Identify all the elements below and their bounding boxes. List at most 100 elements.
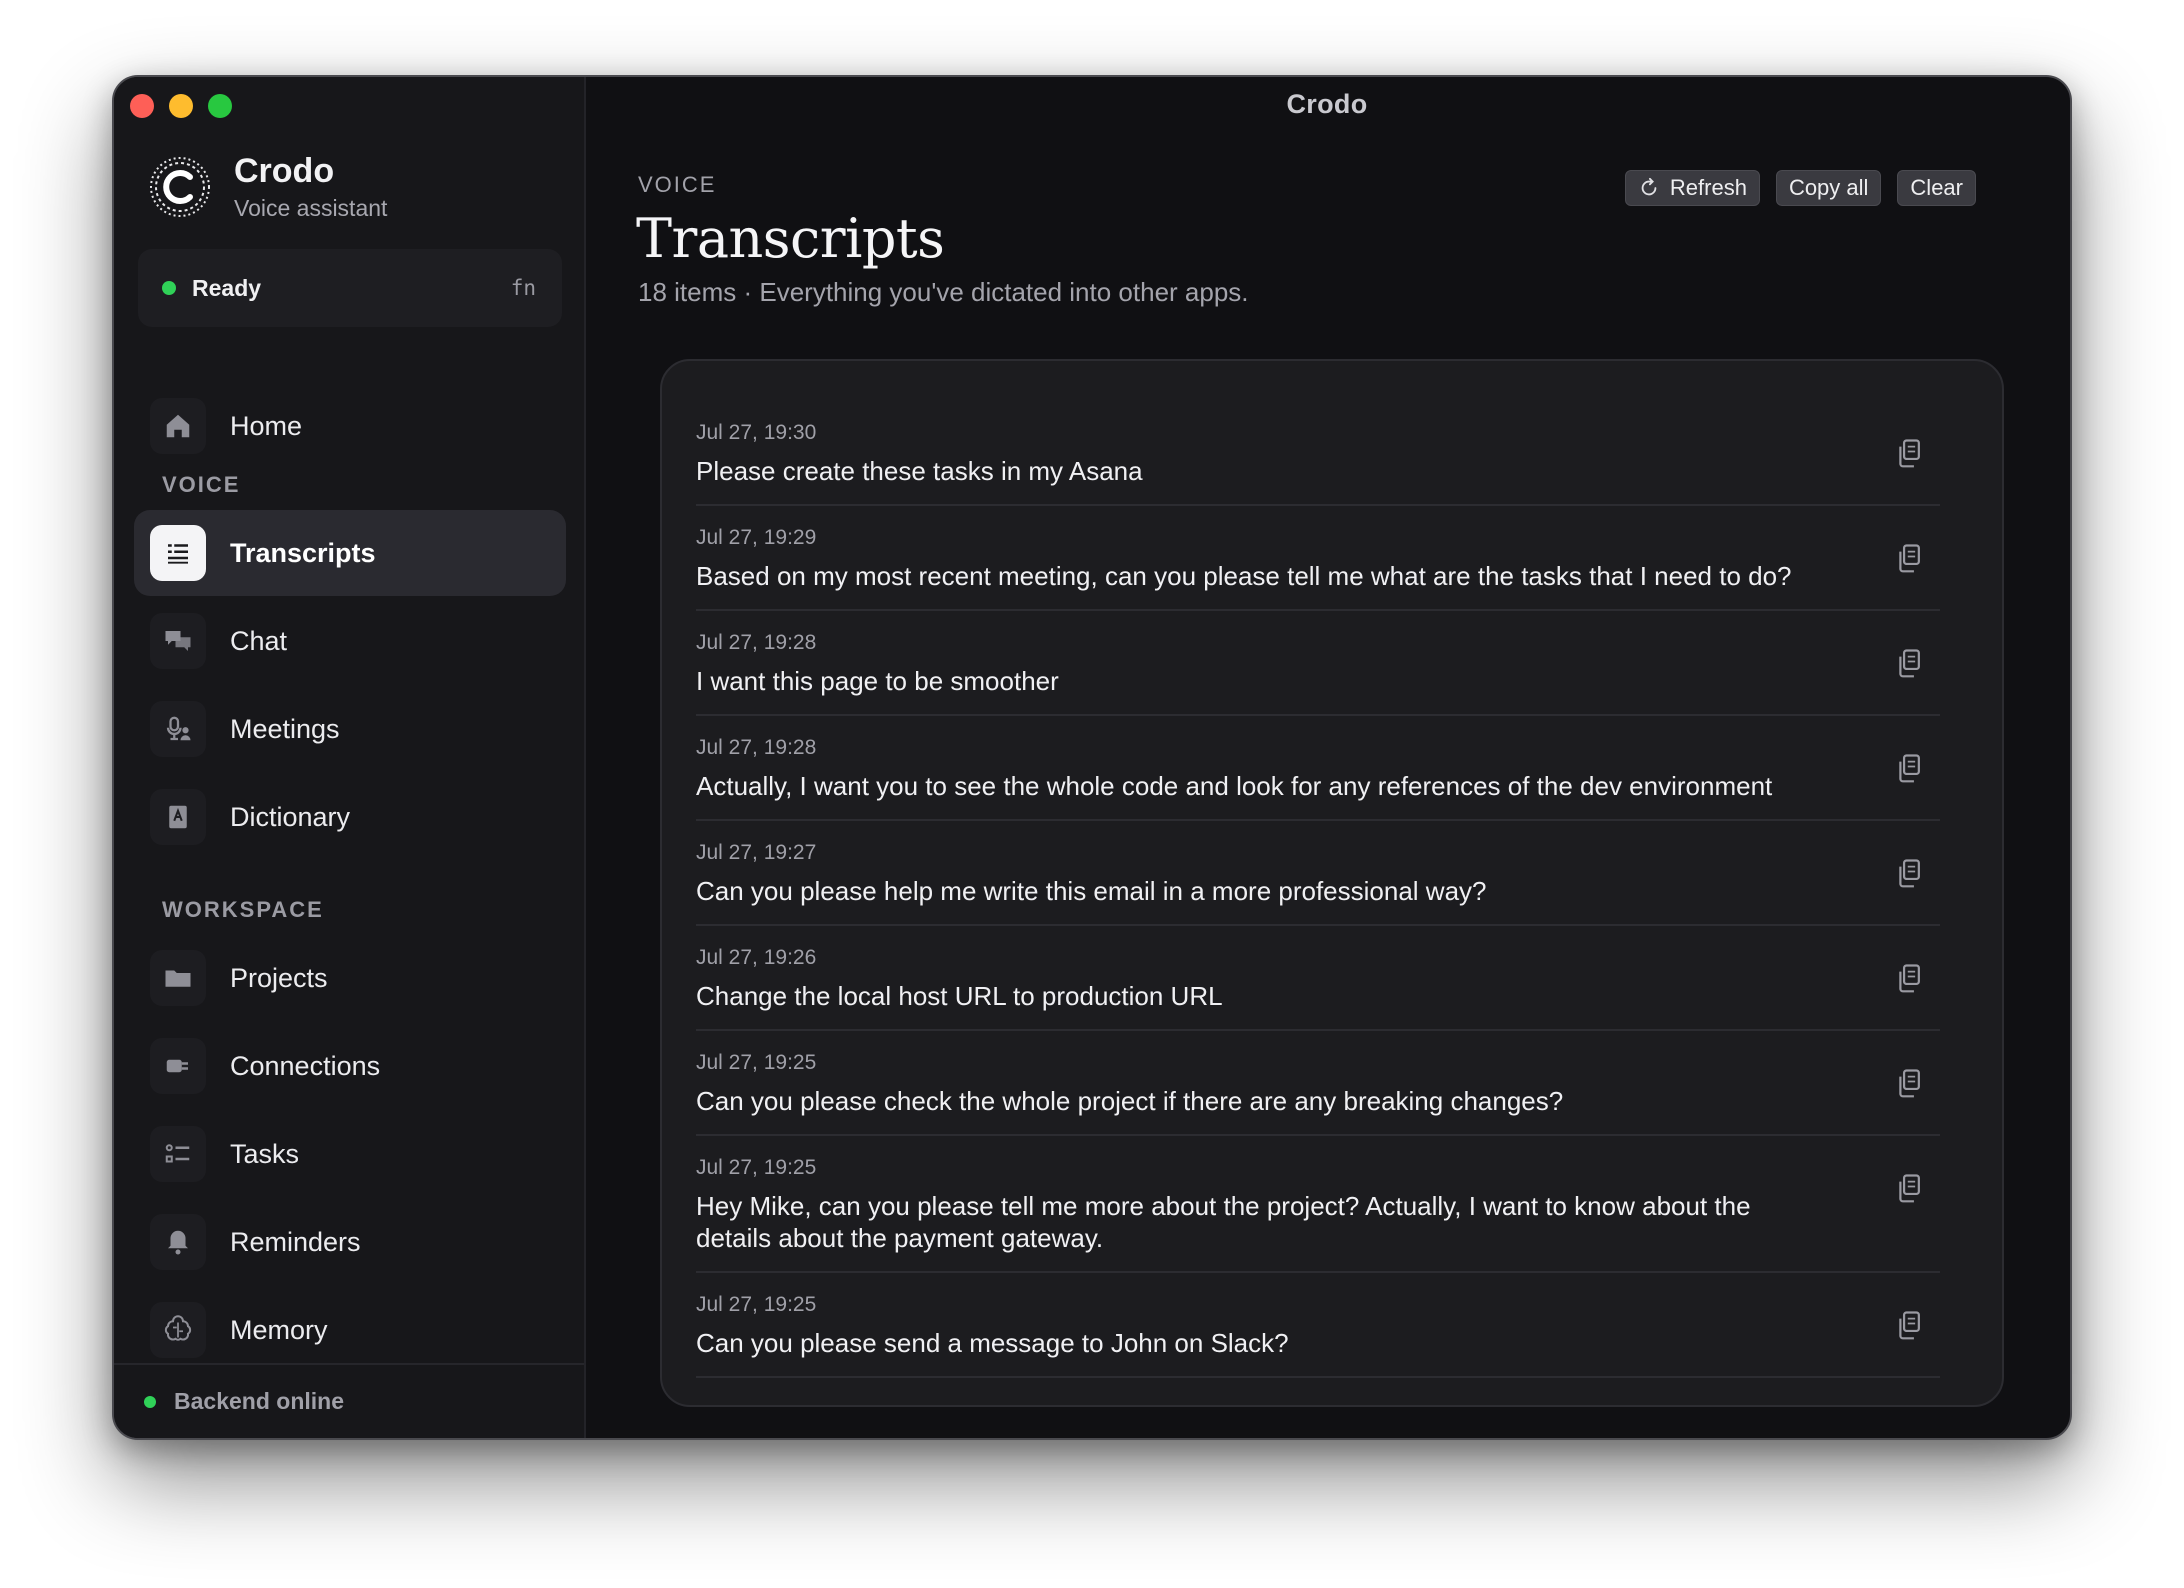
transcript-text: Please create these tasks in my Asana [696, 456, 1143, 486]
copy-transcript-button[interactable] [1892, 1065, 1926, 1103]
copy-transcript-button[interactable] [1892, 540, 1926, 578]
section-label-workspace: WORKSPACE [162, 897, 324, 922]
sidebar-item-home[interactable]: Home [134, 383, 566, 469]
page-subtitle: 18 items · Everything you've dictated in… [638, 277, 1249, 307]
copy-transcript-button[interactable] [1892, 855, 1926, 893]
transcript-timestamp: Jul 27, 19:26 [696, 946, 817, 969]
clear-button[interactable]: Clear [1897, 170, 1976, 206]
transcript-row: Jul 27, 19:25 Can you please send a mess… [696, 1273, 1940, 1378]
transcript-row: Jul 27, 19:25 Can you please check the w… [696, 1031, 1940, 1136]
copy-icon [1899, 544, 1920, 573]
status-label: Ready [192, 274, 262, 301]
transcript-timestamp: Jul 27, 19:25 [696, 1156, 817, 1179]
status-card[interactable]: Ready fn [138, 249, 562, 327]
sidebar-item-label: Connections [230, 1050, 381, 1081]
copy-all-button[interactable]: Copy all [1775, 170, 1882, 206]
minimize-window-button[interactable] [169, 94, 193, 118]
transcript-row: Jul 27, 19:29 Based on my most recent me… [696, 506, 1940, 611]
refresh-label: Refresh [1669, 175, 1747, 200]
brain-icon [150, 1302, 206, 1358]
sidebar-item-memory[interactable]: Memory [134, 1287, 566, 1373]
folder-icon [150, 950, 206, 1006]
task-list-icon [150, 1126, 206, 1182]
transcript-row: Jul 27, 19:26 Change the local host URL … [696, 926, 1940, 1031]
sidebar-item-reminders[interactable]: Reminders [134, 1199, 566, 1285]
sidebar-item-label: Memory [230, 1314, 328, 1345]
brand: Crodo Voice assistant [148, 152, 387, 222]
transcript-timestamp: Jul 27, 19:28 [696, 631, 817, 654]
transcript-timestamp: Jul 27, 19:27 [696, 841, 817, 864]
sidebar-item-connections[interactable]: Connections [134, 1023, 566, 1109]
sidebar-item-projects[interactable]: Projects [134, 935, 566, 1021]
transcripts-card: Jul 27, 19:30 Please create these tasks … [660, 359, 2004, 1407]
copy-icon [1899, 1069, 1920, 1098]
transcript-text: I want this page to be smoother [696, 666, 1059, 696]
chat-bubbles-icon [150, 613, 206, 669]
sidebar-item-label: Chat [230, 625, 288, 656]
copy-icon [1899, 1174, 1920, 1203]
copy-transcript-button[interactable] [1892, 645, 1926, 683]
sidebar-item-label: Home [230, 410, 303, 441]
sidebar-item-dictionary[interactable]: Dictionary [134, 774, 566, 860]
plug-icon [150, 1038, 206, 1094]
copy-icon [1899, 964, 1920, 993]
page-title: Transcripts [636, 207, 945, 270]
sidebar-item-label: Tasks [230, 1138, 300, 1169]
transcript-text: Can you please help me write this email … [696, 876, 1487, 906]
toolbar: Refresh Copy all Clear [1624, 170, 1976, 206]
section-label-voice: VOICE [162, 472, 241, 497]
sidebar-item-label: Reminders [230, 1226, 361, 1257]
transcript-timestamp: Jul 27, 19:29 [696, 526, 817, 549]
transcript-text: Hey Mike, can you please tell me more ab… [696, 1191, 1751, 1253]
transcript-timestamp: Jul 27, 19:30 [696, 421, 817, 444]
status-dot [162, 281, 176, 295]
copy-transcript-button[interactable] [1892, 435, 1926, 473]
copy-transcript-button[interactable] [1892, 750, 1926, 788]
backend-status-label: Backend online [174, 1388, 344, 1414]
section-eyebrow: VOICE [638, 172, 717, 197]
sidebar-item-label: Projects [230, 962, 328, 993]
brand-name: Crodo [234, 152, 335, 190]
app-window: Crodo Crodo Voice assistant Ready fn Hom… [112, 75, 2072, 1440]
microphone-person-icon [150, 701, 206, 757]
copy-transcript-button[interactable] [1892, 1307, 1926, 1345]
hotkey-label: fn [510, 276, 536, 300]
transcript-timestamp: Jul 27, 19:25 [696, 1293, 817, 1316]
transcript-row: Jul 27, 19:28 Actually, I want you to se… [696, 716, 1940, 821]
copy-icon [1899, 754, 1920, 783]
transcript-row: Jul 27, 19:28 I want this page to be smo… [696, 611, 1940, 716]
refresh-icon [1641, 177, 1657, 196]
brand-subtitle: Voice assistant [234, 195, 388, 221]
transcript-row: Jul 27, 19:30 Please create these tasks … [696, 401, 1940, 506]
refresh-button[interactable]: Refresh [1624, 170, 1760, 206]
transcript-text: Change the local host URL to production … [696, 981, 1223, 1011]
sidebar-item-transcripts[interactable]: Transcripts [134, 510, 566, 596]
copy-transcript-button[interactable] [1892, 960, 1926, 998]
crodo-logo-icon [150, 157, 210, 217]
close-window-button[interactable] [130, 94, 154, 118]
main-content: VOICE Transcripts 18 items · Everything … [588, 77, 2070, 1438]
traffic-lights [130, 94, 232, 118]
sidebar-item-tasks[interactable]: Tasks [134, 1111, 566, 1197]
sidebar: Crodo Voice assistant Ready fn Home VOIC… [114, 77, 586, 1438]
transcript-row: Jul 27, 19:27 Can you please help me wri… [696, 821, 1940, 926]
sidebar-item-meetings[interactable]: Meetings [134, 686, 566, 772]
transcript-timestamp: Jul 27, 19:28 [696, 736, 817, 759]
sidebar-item-label: Dictionary [230, 801, 351, 832]
copy-icon [1899, 649, 1920, 678]
transcript-list: Jul 27, 19:30 Please create these tasks … [696, 401, 1940, 1378]
home-icon [150, 398, 206, 454]
transcript-timestamp: Jul 27, 19:25 [696, 1051, 817, 1074]
sidebar-item-label: Transcripts [230, 537, 376, 568]
copy-transcript-button[interactable] [1892, 1170, 1926, 1208]
sidebar-item-label: Meetings [230, 713, 340, 744]
copy-icon [1899, 859, 1920, 888]
transcript-text: Can you please check the whole project i… [696, 1086, 1564, 1116]
transcript-row: Jul 27, 19:25 Hey Mike, can you please t… [696, 1136, 1940, 1273]
sidebar-item-chat[interactable]: Chat [134, 598, 566, 684]
backend-status-dot [144, 1395, 156, 1408]
dictionary-book-icon [150, 789, 206, 845]
zoom-window-button[interactable] [208, 94, 232, 118]
transcript-text: Based on my most recent meeting, can you… [696, 561, 1792, 591]
transcripts-icon [150, 525, 206, 581]
